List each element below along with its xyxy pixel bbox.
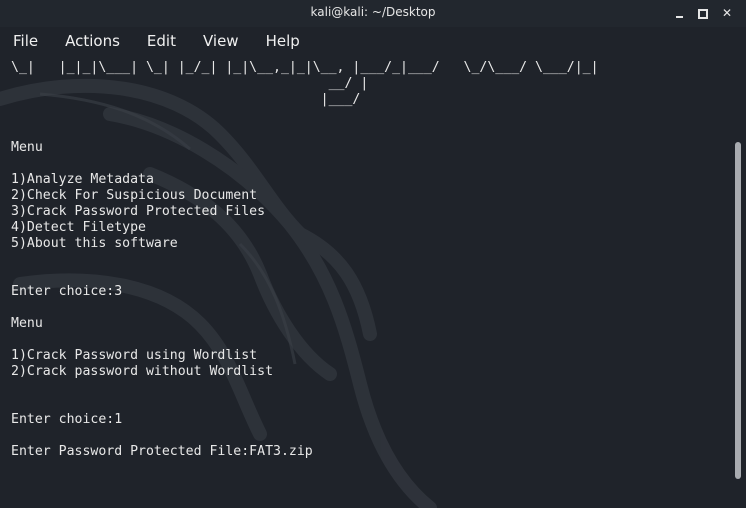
minimize-button[interactable]	[672, 4, 686, 22]
vertical-scrollbar[interactable]	[730, 54, 746, 508]
menu-file[interactable]: File	[0, 32, 52, 50]
terminal-line: 2)Check For Suspicious Document	[11, 188, 258, 203]
window-controls: ✕	[672, 4, 734, 22]
menu-help[interactable]: Help	[253, 32, 314, 50]
terminal-line: Enter choice:1	[11, 412, 123, 427]
close-button[interactable]: ✕	[720, 4, 734, 22]
menu-actions[interactable]: Actions	[52, 32, 134, 50]
terminal-line: |___/	[11, 92, 361, 107]
minimize-icon	[675, 15, 683, 18]
menu-bar: File Actions Edit View Help	[0, 27, 746, 54]
terminal-line: 1)Analyze Metadata	[11, 172, 154, 187]
terminal-line: Enter choice:3	[11, 284, 123, 299]
terminal-output: \_| |_|_|\___| \_| |_/_| |_|\__,_|_|\__,…	[11, 60, 599, 476]
terminal-line: Enter Password Protected File:FAT3.zip	[11, 444, 313, 459]
terminal-window: kali@kali: ~/Desktop ✕ File Actions Edit…	[0, 0, 746, 508]
terminal-line: Menu	[11, 140, 43, 155]
menu-edit[interactable]: Edit	[134, 32, 190, 50]
maximize-button[interactable]	[696, 4, 710, 22]
terminal-line: 1)Crack Password using Wordlist	[11, 348, 258, 363]
menu-view[interactable]: View	[190, 32, 253, 50]
terminal-line: 5)About this software	[11, 236, 178, 251]
close-icon: ✕	[721, 6, 733, 20]
terminal-line: Menu	[11, 316, 43, 331]
terminal-line: __/ |	[11, 76, 369, 91]
terminal-line: 3)Crack Password Protected Files	[11, 204, 266, 219]
terminal-line: \_| |_|_|\___| \_| |_/_| |_|\__,_|_|\__,…	[11, 60, 599, 75]
window-title: kali@kali: ~/Desktop	[310, 5, 436, 19]
terminal-line: 4)Detect Filetype	[11, 220, 146, 235]
title-bar[interactable]: kali@kali: ~/Desktop ✕	[0, 0, 746, 27]
terminal-area[interactable]: \_| |_|_|\___| \_| |_/_| |_|\__,_|_|\__,…	[0, 54, 730, 508]
maximize-icon	[698, 8, 708, 19]
scrollbar-thumb[interactable]	[735, 142, 741, 479]
terminal-line: 2)Crack password without Wordlist	[11, 364, 274, 379]
